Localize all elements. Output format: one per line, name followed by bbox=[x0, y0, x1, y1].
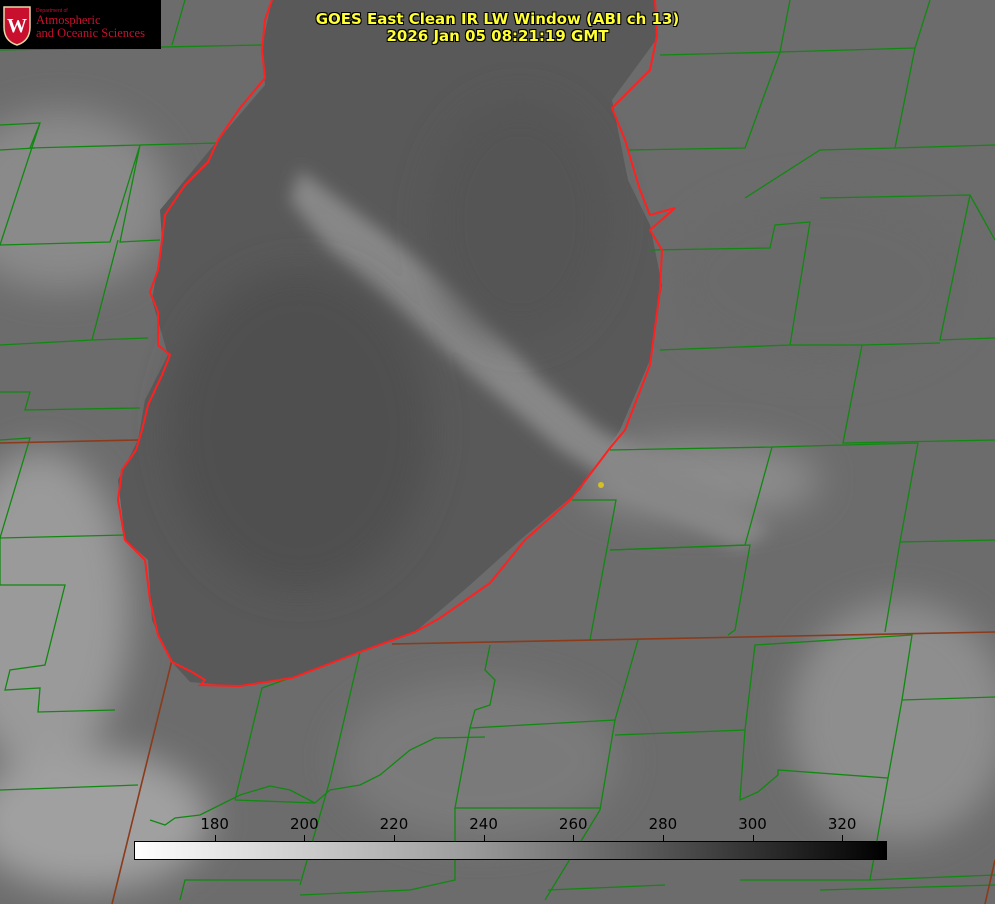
station-dot-icon bbox=[598, 482, 604, 488]
colorbar-tick bbox=[483, 835, 485, 842]
colorbar-tick-label: 240 bbox=[469, 815, 498, 833]
title-product: GOES East Clean IR LW Window (ABI ch 13) bbox=[315, 10, 680, 28]
colorbar-tick bbox=[842, 835, 844, 842]
uw-crest-icon: W bbox=[3, 5, 31, 46]
colorbar-tick-label: 220 bbox=[379, 815, 409, 833]
logo-line-2: and Oceanic Sciences bbox=[36, 26, 145, 41]
colorbar-tick bbox=[752, 835, 754, 842]
svg-text:W: W bbox=[7, 15, 27, 37]
colorbar-tick bbox=[304, 835, 306, 842]
colorbar-tick-label: 200 bbox=[289, 815, 319, 833]
colorbar-tick-label: 300 bbox=[738, 815, 767, 833]
colorbar-ramp bbox=[134, 841, 887, 860]
colorbar-tick bbox=[573, 835, 575, 842]
satellite-ir-map bbox=[0, 0, 995, 904]
logo-text: Department of Atmospheric and Oceanic Sc… bbox=[36, 8, 145, 41]
colorbar-tick-label: 180 bbox=[200, 815, 229, 833]
title-timestamp: 2026 Jan 05 08:21:19 GMT bbox=[386, 27, 609, 45]
image-title: GOES East Clean IR LW Window (ABI ch 13)… bbox=[290, 11, 705, 45]
satellite-viewer: W Department of Atmospheric and Oceanic … bbox=[0, 0, 995, 904]
colorbar-tick-label: 320 bbox=[827, 815, 857, 833]
colorbar: 180 200 220 240 260 280 300 320 bbox=[134, 814, 887, 860]
colorbar-tick bbox=[393, 835, 395, 842]
uw-aos-logo[interactable]: W Department of Atmospheric and Oceanic … bbox=[0, 0, 161, 49]
colorbar-tick bbox=[662, 835, 664, 842]
colorbar-tick-label: 260 bbox=[558, 815, 588, 833]
colorbar-tick-label: 280 bbox=[648, 815, 678, 833]
colorbar-tick bbox=[214, 835, 216, 842]
